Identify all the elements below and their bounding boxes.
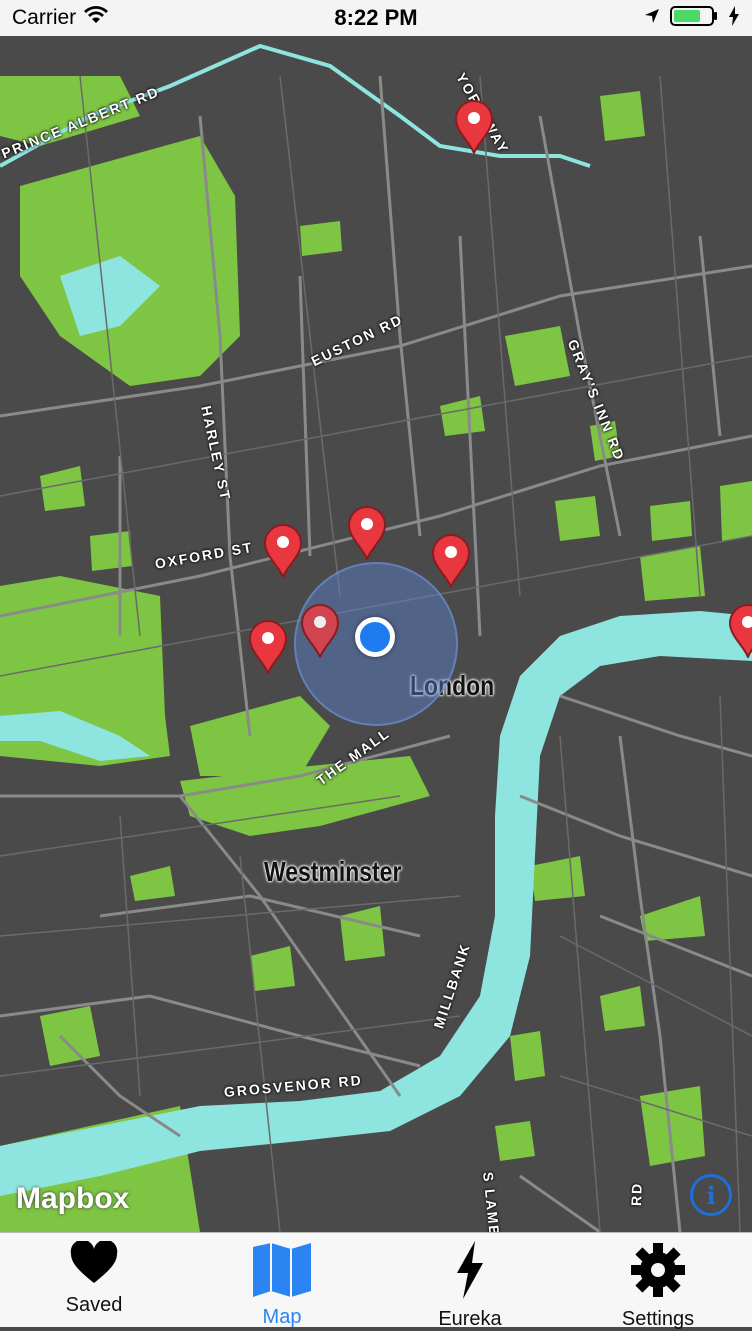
city-label-westminster: Westminster bbox=[264, 856, 402, 887]
map-pin[interactable] bbox=[263, 524, 303, 578]
lightning-icon bbox=[455, 1241, 485, 1304]
map-pin[interactable] bbox=[300, 604, 340, 658]
tab-eureka-label: Eureka bbox=[438, 1308, 502, 1330]
carrier-label: Carrier bbox=[12, 6, 77, 29]
status-time: 8:22 PM bbox=[334, 5, 418, 30]
map-pin[interactable] bbox=[248, 620, 288, 674]
status-bar: Carrier 8:22 PM bbox=[0, 0, 752, 36]
battery-icon bbox=[670, 5, 718, 31]
map-pin[interactable] bbox=[728, 604, 752, 658]
mapbox-logo[interactable]: Mapbox bbox=[16, 1182, 129, 1216]
wifi-icon bbox=[84, 6, 109, 30]
charging-bolt-icon bbox=[728, 5, 740, 31]
info-icon: i bbox=[706, 1180, 716, 1210]
heart-icon bbox=[69, 1239, 119, 1290]
info-button[interactable]: i bbox=[690, 1174, 732, 1216]
location-arrow-icon bbox=[644, 8, 660, 29]
tab-settings-label: Settings bbox=[621, 1308, 695, 1330]
road-label-rd: RD bbox=[628, 1181, 645, 1207]
tab-saved[interactable]: Saved bbox=[0, 1233, 188, 1327]
map-icon bbox=[251, 1241, 313, 1302]
gear-icon bbox=[629, 1241, 687, 1304]
map-pin[interactable] bbox=[347, 506, 387, 560]
map-pin[interactable] bbox=[431, 534, 471, 588]
map-pin[interactable] bbox=[454, 100, 494, 154]
tab-saved-label: Saved bbox=[65, 1294, 123, 1316]
tab-map[interactable]: Map bbox=[188, 1233, 376, 1328]
tab-eureka[interactable]: Eureka bbox=[376, 1233, 564, 1330]
tab-bar: Saved Map Eureka Settings bbox=[0, 1232, 752, 1330]
tab-settings[interactable]: Settings bbox=[564, 1233, 752, 1330]
user-location-dot[interactable] bbox=[355, 617, 395, 657]
map-view[interactable]: PRINCE ALBERT RD YORK WAY EUSTON RD GRAY… bbox=[0, 36, 752, 1232]
